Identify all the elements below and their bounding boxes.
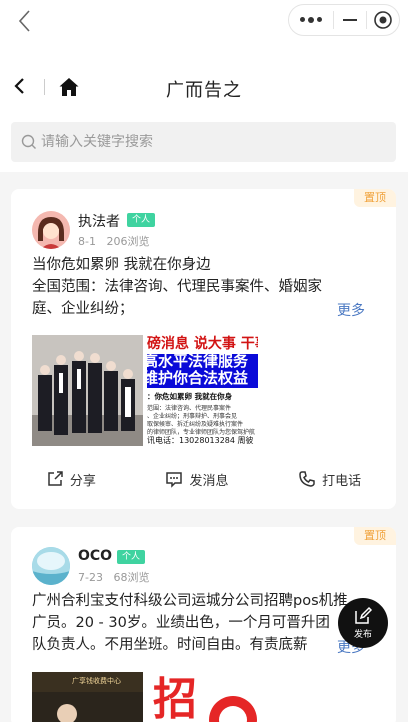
post-views: 206浏览 bbox=[106, 235, 150, 248]
pinned-badge: 置顶 bbox=[354, 189, 396, 207]
share-icon bbox=[48, 471, 63, 486]
phone-icon bbox=[299, 471, 315, 487]
pinned-badge: 置顶 bbox=[354, 527, 396, 545]
message-label: 发消息 bbox=[189, 473, 229, 489]
author-name: 执法者 bbox=[78, 214, 120, 230]
message-icon bbox=[166, 472, 183, 488]
content-line: 广员。20 - 30岁。业绩出色，一个月可晋升团 bbox=[32, 615, 330, 631]
publish-label: 发布 bbox=[353, 630, 372, 640]
poster-line: 高水平法律服务 bbox=[147, 352, 249, 370]
content-line: 广州合利宝支付科级公司运城分公司招聘pos机推 bbox=[32, 593, 348, 609]
post-views: 68浏览 bbox=[113, 571, 150, 584]
post-image[interactable]: 磅消息 说大事 干事 高水平法律服务 维护你合法权益 ：你危如累卵 我就在你身 … bbox=[147, 335, 258, 446]
poster-line: ：你危如累卵 我就在你身 bbox=[147, 392, 233, 401]
author-type-badge: 个人 bbox=[127, 213, 156, 227]
call-button[interactable]: 打电话 bbox=[298, 470, 361, 489]
content-line: 庭、企业纠纷； bbox=[32, 301, 134, 317]
page-title: 广而告之 bbox=[166, 80, 242, 101]
post-date: 8-1 bbox=[78, 235, 96, 248]
minimize-icon[interactable] bbox=[334, 19, 366, 21]
back-arrow-icon[interactable] bbox=[14, 8, 38, 34]
poster-line: 讯电话：13028013284 周彼 bbox=[147, 436, 254, 445]
more-link[interactable]: 更多 bbox=[337, 300, 365, 320]
search-section bbox=[0, 110, 408, 172]
content-line: 全国范围：法律咨询、代理民事案件、婚姻家 bbox=[32, 279, 322, 295]
image-big-char: 招 bbox=[153, 674, 197, 722]
post-date: 7-23 bbox=[78, 571, 103, 584]
search-input[interactable] bbox=[41, 134, 361, 150]
poster-line: 维护你合法权益 bbox=[147, 369, 249, 387]
mini-program-capsule bbox=[288, 4, 400, 36]
call-label: 打电话 bbox=[322, 473, 362, 489]
share-label: 分享 bbox=[69, 473, 96, 489]
post-image[interactable] bbox=[32, 335, 143, 446]
post-actions: 分享 发消息 打电话 bbox=[11, 457, 396, 501]
publish-button[interactable]: 发布 bbox=[338, 598, 388, 648]
avatar[interactable] bbox=[32, 211, 70, 249]
more-dots-icon[interactable] bbox=[289, 17, 333, 23]
author-name: OCO bbox=[78, 548, 113, 564]
post-content: 广州合利宝支付科级公司运城分公司招聘pos机推 广员。20 - 30岁。业绩出色… bbox=[32, 590, 382, 656]
post-meta: 7-23 68浏览 bbox=[78, 569, 149, 585]
content-line: 队负责人。不用坐班。时间自由。有责底薪 bbox=[32, 637, 308, 653]
top-bar bbox=[0, 0, 408, 44]
edit-icon bbox=[355, 606, 373, 624]
image-caption: 广享钱收费中心 bbox=[72, 677, 121, 685]
nav-bar: 广而告之 bbox=[0, 44, 408, 110]
post-image[interactable]: 广享钱收费中心 bbox=[32, 672, 143, 722]
avatar[interactable] bbox=[32, 547, 70, 585]
post-image[interactable]: 招 bbox=[147, 672, 258, 722]
message-button[interactable]: 发消息 bbox=[165, 470, 228, 489]
poster-headline: 磅消息 说大事 干事 bbox=[147, 336, 258, 352]
post-card[interactable]: 置顶 执法者 个人 8-1 206浏览 当你危如累卵 我就在你身边 全国范围：法… bbox=[11, 189, 396, 509]
content-line: 当你危如累卵 我就在你身边 bbox=[32, 257, 211, 273]
search-box[interactable] bbox=[11, 122, 396, 162]
target-icon[interactable] bbox=[367, 10, 399, 30]
author-type-badge: 个人 bbox=[117, 550, 146, 564]
share-button[interactable]: 分享 bbox=[46, 470, 96, 489]
post-meta: 8-1 206浏览 bbox=[78, 233, 149, 249]
search-icon bbox=[21, 134, 36, 149]
post-content: 当你危如累卵 我就在你身边 全国范围：法律咨询、代理民事案件、婚姻家 庭、企业纠… bbox=[32, 254, 372, 320]
